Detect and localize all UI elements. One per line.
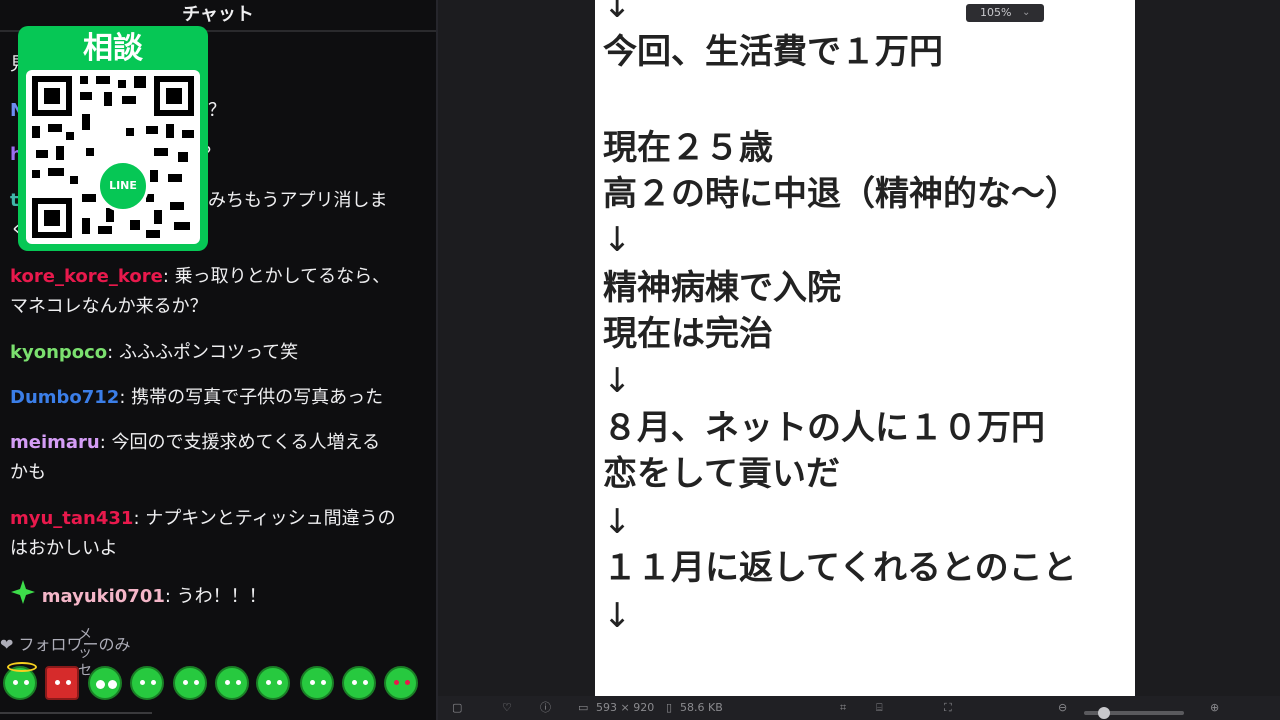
doc-line: ↓ [603,361,632,401]
doc-line: ↓ [603,220,632,260]
chat-username[interactable]: myu_tan431 [10,508,133,529]
sparkle-badge-icon [10,579,36,615]
file-icon: ▯ [666,701,673,714]
chevron-down-icon: ⌄ [1022,7,1031,18]
info-icon[interactable]: ⓘ [540,700,551,716]
qr-title: 相談 [83,31,143,66]
chat-text: かも [10,462,46,483]
viewer-toolbar: ▢ ♡ ⓘ ▭ 593 × 920 ▯ 58.6 KB ⌗ ⌸ ⛶ ⊖ ⊕ [438,696,1280,720]
doc-line: ↓ [603,596,632,636]
zoom-out-icon[interactable]: ⊖ [1058,700,1067,716]
qr-code: LINE [26,70,200,244]
chat-message: meimaru: 今回ので支援求めてくる人増える かも [10,432,381,483]
emote-ghost-icon[interactable] [256,666,290,700]
zoom-slider-handle[interactable] [1098,707,1110,719]
chat-text: マネコレなんか来るか？ [10,296,208,317]
doc-line: １１月に返してくれるとのこと [603,548,1077,588]
image-dimensions: 593 × 920 [596,701,655,714]
chat-username[interactable]: kore_kore_kore [10,266,163,287]
heart-icon[interactable]: ♡ [502,700,512,716]
partial-text: ？ [208,100,226,121]
doc-line: ↓ [603,502,632,542]
doc-line: ↓ [603,0,632,26]
doc-line: 精神病棟で入院 [603,268,841,308]
doc-line: 現在２５歳 [603,128,773,168]
doc-line: 今回、生活費で１万円 [603,32,943,72]
chat-message: myu_tan431: ナプキンとティッシュ間違うの はおかしいよ [10,508,396,559]
line-qr-card[interactable]: 相談 LINE [18,26,208,251]
partial-text: みちもうアプリ消しま [208,190,388,211]
chat-text: うわ！！！ [176,586,267,607]
doc-line: 現在は完治 [603,314,773,354]
doc-line: 恋をして貢いだ [603,454,840,494]
chat-username[interactable]: Dumbo712 [10,387,119,408]
image-icon: ▭ [578,701,589,714]
fit-icon[interactable]: ⛶ [944,700,952,716]
chat-message: Dumbo712: 携帯の写真で子供の写真あった [10,387,384,408]
emote-glasses-icon[interactable] [88,666,122,700]
zoom-value: 105% [980,6,1012,19]
chat-text: はおかしいよ [10,538,118,559]
chat-panel: チャット 見 N ？ h ？ t みちもうアプリ消しま く kore_kore_… [0,0,436,720]
chat-text: 携帯の写真で子供の写真あった [131,387,384,408]
emote-headphones-icon[interactable] [173,666,207,700]
chat-text: 今回ので支援求めてくる人増える [111,432,381,453]
doc-line: ８月、ネットの人に１０万円 [603,408,1045,448]
chat-username[interactable]: mayuki0701 [42,586,165,607]
followers-only-indicator: ❤ フォロワーのみ [0,632,131,658]
window-icon[interactable]: ▢ [452,700,462,716]
chat-message: mayuki0701: うわ！！！ [10,579,420,615]
chat-message: kore_kore_kore: 乗っ取りとかしてるなら、 マネコレなんか来るか？ [10,266,391,317]
followers-only-label: フォロワーのみ [18,635,131,654]
file-size: 58.6 KB [680,701,723,714]
chat-message: kyonpoco: ふふふポンコツって笑 [10,342,299,363]
chat-username[interactable]: meimaru [10,432,100,453]
zoom-in-icon[interactable]: ⊕ [1210,700,1219,716]
emote-clown-icon[interactable] [300,666,334,700]
chat-username[interactable]: kyonpoco [10,342,107,363]
chat-text: ナプキンとティッシュ間違うの [145,508,396,529]
chat-text: 乗っ取りとかしてるなら、 [174,266,391,287]
emote-angry-icon[interactable] [45,666,79,700]
scan-icon[interactable]: ⌸ [876,700,883,716]
crop-icon[interactable]: ⌗ [840,700,846,716]
document-page: ↓ 今回、生活費で１万円 現在２５歳 高２の時に中退（精神的な～） ↓ 精神病棟… [595,0,1135,696]
heart-icon: ❤ [0,635,14,654]
emote-love-icon[interactable] [384,666,418,700]
emote-happy-icon[interactable] [215,666,249,700]
chat-input[interactable] [0,712,152,720]
chat-text: ふふふポンコツって笑 [118,342,299,363]
emote-angel-icon[interactable] [3,662,37,700]
qr-pattern-icon [32,76,194,238]
emote-bar [0,662,436,708]
emote-smirk-icon[interactable] [130,666,164,700]
zoom-select[interactable]: 105% ⌄ [966,4,1044,22]
line-logo-icon: LINE [97,160,149,212]
doc-line: 高２の時に中退（精神的な～） [603,174,1079,214]
emote-wink-icon[interactable] [342,666,376,700]
